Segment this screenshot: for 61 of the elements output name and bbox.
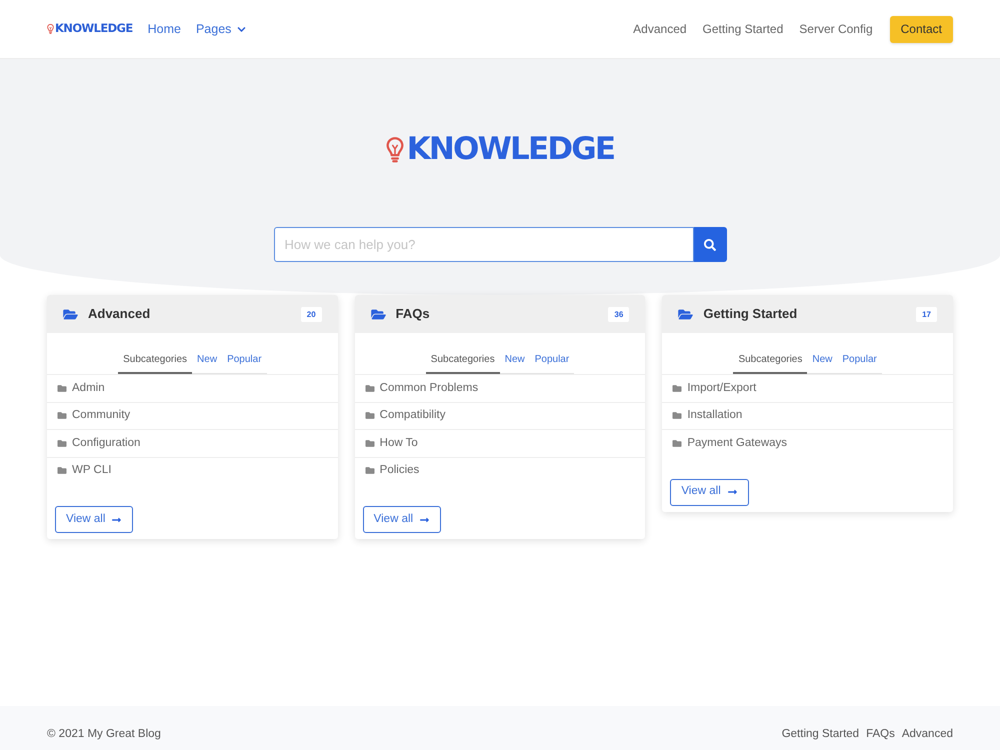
count-badge: 17 <box>916 306 937 322</box>
nav-link[interactable]: Home <box>148 20 181 38</box>
folder-icon <box>364 411 375 420</box>
subcategory-link[interactable]: Common Problems <box>364 380 478 397</box>
count-badge: 20 <box>300 306 322 322</box>
view-all-button[interactable]: View all <box>362 506 442 533</box>
folder-icon <box>672 384 682 393</box>
folder-icon <box>364 466 375 476</box>
folder-icon <box>364 384 375 393</box>
nav-link[interactable]: Server Config <box>799 20 873 38</box>
lightbulb-icon <box>47 24 54 34</box>
subcategory-link[interactable]: Payment Gateways <box>672 434 788 452</box>
subcategory-link[interactable]: Configuration <box>57 434 140 452</box>
subcategory-link[interactable]: Admin <box>57 380 105 397</box>
folder-icon <box>57 384 67 393</box>
tab[interactable]: Popular <box>222 352 267 374</box>
chevron-down-icon <box>237 24 246 34</box>
card-title: Getting Started <box>703 305 798 324</box>
folder-open-icon <box>63 308 78 320</box>
folder-icon <box>364 438 375 448</box>
search-field[interactable]: How we can help you? <box>274 227 694 262</box>
lightbulb-icon <box>386 136 404 162</box>
nav-link[interactable]: Pages <box>196 20 246 38</box>
card-title: FAQs <box>396 305 431 324</box>
hero-logo-text: KNOWLEDGE <box>406 134 614 165</box>
footer-link[interactable]: Advanced <box>902 726 953 744</box>
tab[interactable]: New <box>500 352 530 374</box>
tab[interactable]: Popular <box>837 352 882 374</box>
view-all-button[interactable]: View all <box>55 506 134 533</box>
folder-open-icon <box>370 308 386 320</box>
footer-link[interactable]: Getting Started <box>782 726 860 744</box>
tab[interactable]: New <box>192 352 222 374</box>
folder-icon <box>57 411 67 420</box>
tab[interactable]: Subcategories <box>733 352 808 374</box>
subcategory-link[interactable]: Policies <box>364 462 420 480</box>
footer-link[interactable]: FAQs <box>866 726 895 744</box>
folder-open-icon <box>678 308 694 320</box>
view-all-button[interactable]: View all <box>670 478 749 506</box>
tab[interactable]: New <box>807 352 838 374</box>
nav-link[interactable]: Advanced <box>633 20 687 38</box>
contact-button[interactable]: Contact <box>890 16 953 42</box>
folder-icon <box>57 466 67 476</box>
folder-icon <box>672 411 682 420</box>
tab[interactable]: Popular <box>530 352 574 374</box>
tab[interactable]: Subcategories <box>118 352 192 374</box>
subcategory-link[interactable]: Installation <box>672 407 742 424</box>
tab[interactable]: Subcategories <box>426 352 500 374</box>
card-title: Advanced <box>88 305 152 324</box>
arrow-right-icon <box>726 487 738 497</box>
subcategory-link[interactable]: Import/Export <box>672 380 756 397</box>
nav-link[interactable]: Getting Started <box>702 20 784 38</box>
folder-icon <box>57 438 67 448</box>
subcategory-link[interactable]: Community <box>57 407 130 424</box>
subcategory-link[interactable]: WP CLI <box>57 462 112 480</box>
search-button[interactable] <box>694 227 726 262</box>
folder-icon <box>672 438 682 448</box>
copyright-text: © 2021 My Great Blog <box>47 726 162 742</box>
subcategory-link[interactable]: Compatibility <box>364 407 446 424</box>
subcategory-link[interactable]: How To <box>364 434 418 452</box>
search-icon <box>704 238 716 250</box>
count-badge: 36 <box>608 306 630 322</box>
